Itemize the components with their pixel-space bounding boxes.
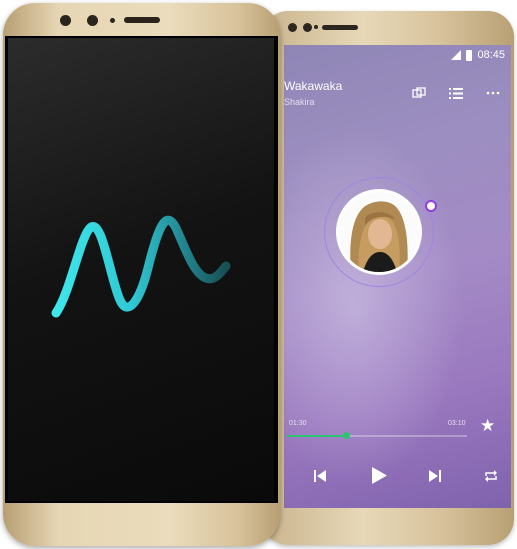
front-camera	[288, 23, 297, 32]
repeat-icon[interactable]	[484, 467, 498, 487]
signal-icon	[451, 50, 462, 60]
front-sensor	[303, 23, 312, 32]
indicator-dot	[314, 25, 318, 29]
earpiece-speaker	[322, 25, 358, 30]
indicator-dot	[110, 18, 115, 23]
music-player-screen: 08:45 Wakawaka Shakira 01:30 03:10 ★	[284, 45, 511, 508]
star-icon[interactable]: ★	[480, 416, 495, 436]
song-artist: Shakira	[284, 97, 315, 107]
status-bar: 08:45	[451, 49, 505, 61]
next-icon[interactable]	[429, 467, 441, 487]
status-time: 08:45	[477, 49, 505, 61]
play-icon[interactable]	[371, 467, 387, 489]
earpiece-speaker	[124, 17, 160, 23]
phone-front	[3, 3, 280, 546]
multi-window-icon[interactable]	[400, 85, 437, 101]
wave-logo	[51, 215, 231, 318]
front-camera	[60, 15, 71, 26]
song-title: Wakawaka	[284, 79, 343, 93]
album-art	[339, 192, 419, 272]
previous-icon[interactable]	[314, 467, 326, 487]
playback-controls	[284, 467, 511, 487]
time-elapsed: 01:30	[289, 420, 307, 427]
seek-bar[interactable]	[287, 435, 467, 437]
lock-screen	[5, 36, 278, 503]
phone-back: 08:45 Wakawaka Shakira 01:30 03:10 ★	[262, 11, 514, 545]
front-sensor	[87, 15, 98, 26]
time-total: 03:10	[448, 420, 466, 427]
display-area	[8, 38, 274, 501]
more-icon[interactable]	[474, 85, 511, 101]
battery-icon	[466, 49, 473, 61]
seek-bar-fill	[287, 435, 347, 437]
ring-knob[interactable]	[425, 200, 437, 212]
playlist-icon[interactable]	[437, 85, 474, 101]
